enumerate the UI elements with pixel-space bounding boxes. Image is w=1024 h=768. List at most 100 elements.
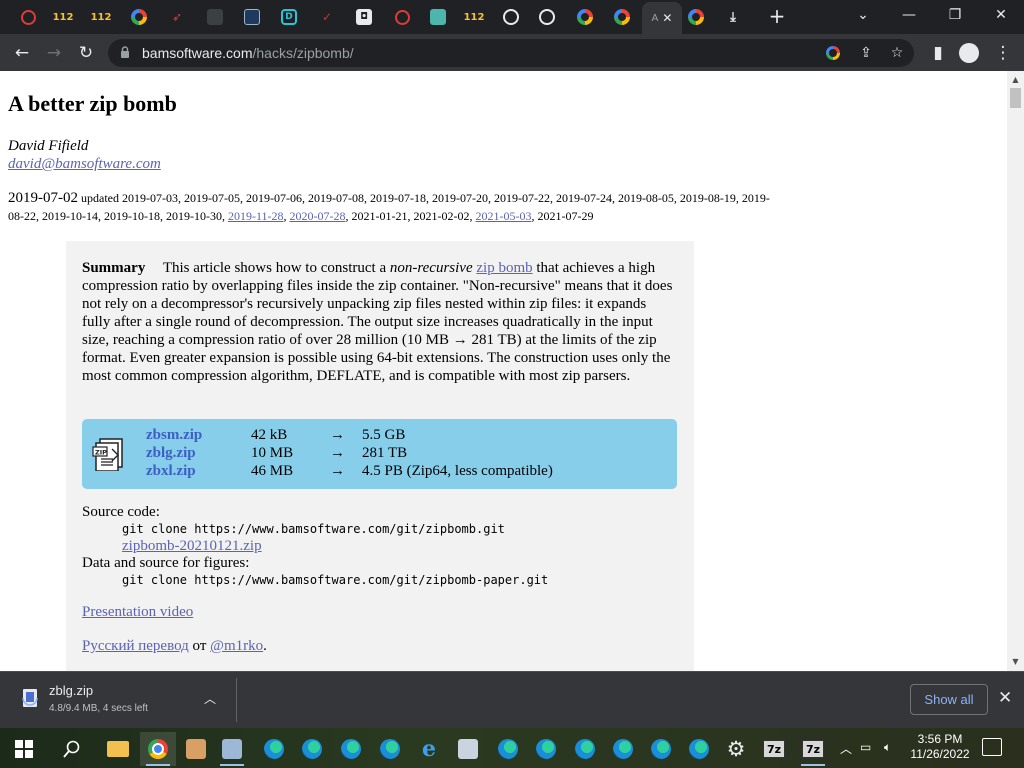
start-button[interactable] (6, 732, 42, 766)
tab-search-icon[interactable]: ⌄ (840, 0, 886, 30)
taskbar-edge[interactable] (256, 732, 292, 766)
clock[interactable]: 3:56 PM 11/26/2022 (900, 732, 980, 762)
edge-icon (651, 739, 671, 759)
edge-icon (575, 739, 595, 759)
tab-google[interactable] (123, 4, 155, 30)
taskbar-calculator[interactable] (214, 732, 250, 766)
updated-date-link[interactable]: 2019-11-28 (228, 209, 284, 223)
forward-button[interactable]: → (41, 40, 67, 66)
file-link[interactable]: zblg.zip (146, 444, 196, 462)
taskbar-edge[interactable] (490, 732, 526, 766)
russian-translation-link[interactable]: Русский перевод (82, 638, 189, 654)
search-button[interactable] (54, 732, 90, 766)
taskbar-edge[interactable] (294, 732, 330, 766)
taskbar-file-explorer[interactable] (100, 732, 136, 766)
file-link[interactable]: zbxl.zip (146, 462, 196, 480)
taskbar-edge[interactable] (333, 732, 369, 766)
tab-112[interactable]: 112 (85, 4, 117, 30)
taskbar-edge[interactable] (681, 732, 717, 766)
tab-google[interactable] (606, 4, 638, 30)
taskbar-edge[interactable] (605, 732, 641, 766)
downloads-box: ZIP zbsm.zip 42 kB → 5.5 GB zblg.zip 10 … (82, 419, 677, 489)
web-page: A better zip bomb David Fifield david@ba… (0, 71, 1007, 671)
tab-red-logo[interactable]: ➶ (161, 4, 193, 30)
russian-from: от (192, 638, 207, 654)
side-panel-icon[interactable]: ▮ (925, 40, 951, 66)
summary-text: This article shows how to construct a (162, 260, 387, 276)
output-size: 4.5 PB (Zip64, less compatible) (362, 463, 553, 479)
network-icon[interactable]: ▭ (860, 740, 871, 754)
close-tab-icon[interactable]: ✕ (662, 11, 672, 25)
tab-strip: 112 112 ➶ D ✓ ◘ 112 A ✕ ⤓ + ⌄ — ❐ ✕ (0, 0, 1024, 34)
google-lens-icon[interactable] (824, 44, 842, 62)
tab-google[interactable] (569, 4, 601, 30)
notification-icon[interactable] (982, 738, 1002, 756)
taskbar-paint[interactable] (178, 732, 214, 766)
zip-bomb-link[interactable]: zip bomb (476, 260, 532, 276)
reload-button[interactable]: ↻ (73, 40, 99, 66)
updated-date-link[interactable]: 2021-05-03 (476, 209, 532, 223)
tab-google[interactable] (680, 4, 712, 30)
profile-avatar[interactable] (956, 40, 982, 66)
taskbar-app[interactable] (450, 732, 486, 766)
tab-check[interactable]: ✓ (311, 4, 343, 30)
download-filename[interactable]: zblg.zip (49, 683, 93, 698)
github-icon (503, 9, 519, 25)
tab-quora[interactable] (386, 4, 418, 30)
tab-mail[interactable] (236, 4, 268, 30)
address-bar[interactable]: bamsoftware.com/hacks/zipbomb/ ⇪ ☆ (108, 39, 914, 67)
translator-link[interactable]: @m1rko (210, 638, 263, 654)
google-icon (614, 9, 630, 25)
tab-d-logo[interactable]: D (273, 4, 305, 30)
tab-active[interactable]: A ✕ (642, 2, 682, 34)
minimize-button[interactable]: — (886, 0, 932, 30)
tab-quora[interactable] (12, 4, 44, 30)
edge-icon (613, 739, 633, 759)
source-zip-link[interactable]: zipbomb-20210121.zip (122, 538, 672, 555)
tab-github[interactable] (495, 4, 527, 30)
author-email-link[interactable]: david@bamsoftware.com (8, 156, 161, 173)
scroll-thumb[interactable] (1010, 88, 1021, 108)
volume-icon[interactable]: 🔈︎ (884, 740, 891, 755)
tab-112[interactable]: 112 (47, 4, 79, 30)
taskbar-chrome[interactable] (140, 732, 176, 766)
taskbar-edge[interactable] (372, 732, 408, 766)
tab-shield[interactable]: ◘ (348, 4, 380, 30)
taskbar-edge[interactable] (567, 732, 603, 766)
n112-icon: 112 (52, 11, 74, 23)
taskbar-7zip[interactable]: 7z (756, 732, 792, 766)
taskbar-edge[interactable] (643, 732, 679, 766)
menu-kebab-icon[interactable]: ⋮ (990, 40, 1016, 66)
close-icon[interactable]: ✕ (998, 688, 1012, 708)
updated-dates: , 2021-07-29 (531, 209, 594, 223)
tab-picture[interactable] (422, 4, 454, 30)
presentation-video-link[interactable]: Presentation video (82, 604, 193, 621)
file-size: 46 MB (251, 463, 294, 479)
taskbar-settings[interactable]: ⚙ (718, 732, 754, 766)
back-button[interactable]: ← (9, 40, 35, 66)
restore-button[interactable]: ❐ (932, 0, 978, 30)
close-window-button[interactable]: ✕ (978, 0, 1024, 30)
shield-icon: ◘ (356, 9, 372, 25)
scroll-up-icon[interactable]: ▲ (1007, 73, 1024, 87)
show-all-button[interactable]: Show all (910, 684, 988, 715)
tab-github[interactable] (531, 4, 563, 30)
tab-112[interactable]: 112 (458, 4, 490, 30)
chevron-up-icon[interactable]: ︿ (204, 690, 216, 707)
presentation-link-text[interactable]: Presentation video (82, 604, 193, 620)
show-hidden-icons-icon[interactable]: ︿ (840, 740, 852, 757)
file-link[interactable]: zbsm.zip (146, 426, 202, 444)
page-scrollbar[interactable]: ▲ ▼ (1007, 71, 1024, 671)
new-tab-button[interactable]: + (766, 6, 788, 28)
tab-downloads[interactable]: ⤓ (717, 4, 749, 30)
tab-dark[interactable] (199, 4, 231, 30)
avatar-icon (959, 43, 979, 63)
updated-date-link[interactable]: 2020-07-28 (290, 209, 346, 223)
updated-dates: , 2021-01-21, 2021-02-02, (345, 209, 473, 223)
bookmark-star-icon[interactable]: ☆ (888, 44, 906, 62)
taskbar-7zip[interactable]: 7z (795, 732, 831, 766)
scroll-down-icon[interactable]: ▼ (1007, 655, 1024, 669)
taskbar-internet-explorer[interactable]: e (411, 732, 447, 766)
taskbar-edge[interactable] (528, 732, 564, 766)
share-icon[interactable]: ⇪ (857, 44, 875, 62)
